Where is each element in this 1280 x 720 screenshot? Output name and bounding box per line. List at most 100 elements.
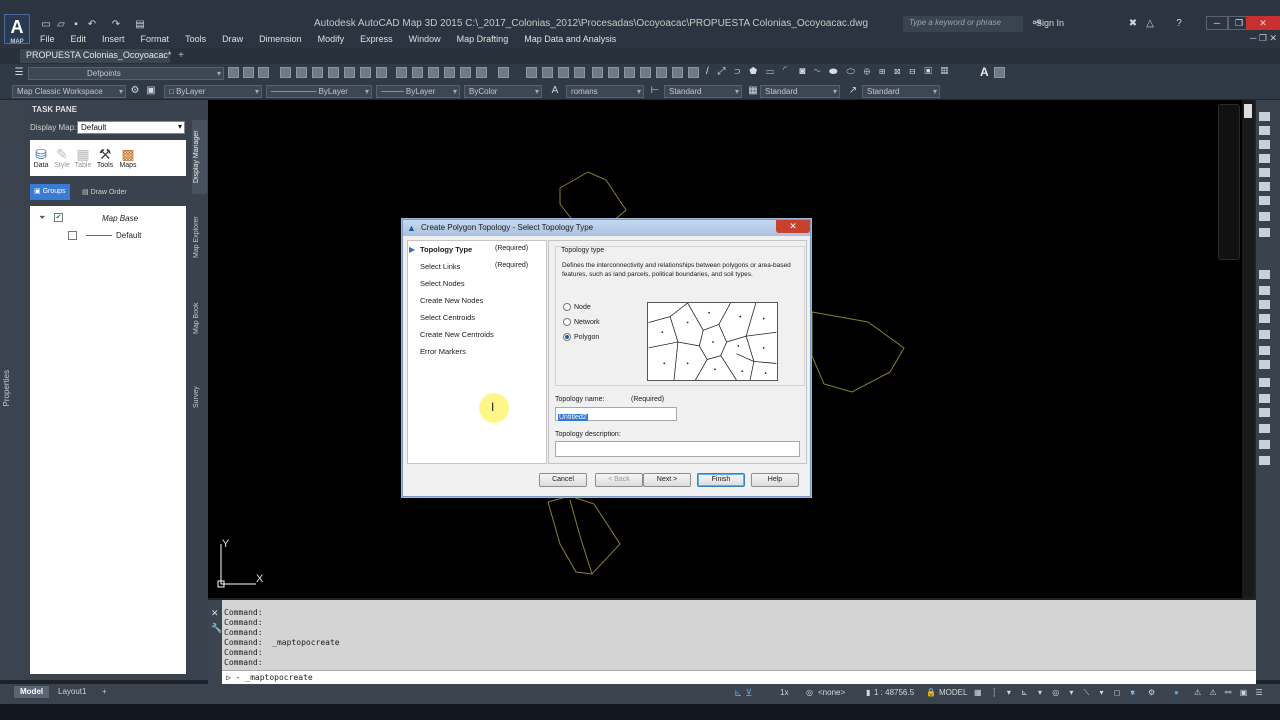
linetype-select[interactable]: ──────── ByLayer [266,85,372,98]
lineweight-select[interactable]: ──── ByLayer [376,85,460,98]
coordinate-system-icon[interactable]: ◎ [806,688,813,697]
tools-tool-button[interactable]: ⚒ Tools [94,146,116,169]
tree-root-label[interactable]: Map Base [102,214,138,223]
navigation-bar[interactable] [1218,104,1240,260]
modify-tool-icon[interactable] [1259,456,1270,465]
open-icon[interactable] [296,67,307,78]
copy-icon[interactable] [412,67,423,78]
command-input[interactable]: ▷ - _maptopocreate [222,670,1256,684]
tab-map-explorer[interactable]: Map Explorer [193,210,207,264]
properties-icon[interactable] [592,67,603,78]
step-topology-type[interactable]: Topology Type [420,245,472,254]
menu-express[interactable]: Express [352,32,401,46]
coordinate-system[interactable]: <none> [818,688,845,697]
step-create-new-centroids[interactable]: Create New Centroids [420,330,494,339]
properties-tab[interactable]: Properties [2,370,11,406]
tab-add-layout[interactable]: + [96,686,113,698]
menu-modify[interactable]: Modify [310,32,353,46]
menu-insert[interactable]: Insert [94,32,133,46]
modify-tool-icon[interactable] [1259,286,1270,295]
step-select-centroids[interactable]: Select Centroids [420,313,475,322]
sign-in-link[interactable]: Sign In [1036,18,1064,28]
plot-icon[interactable]: ▤ [134,18,146,32]
color-select[interactable]: □ ByLayer [164,85,262,98]
back-button[interactable]: < Back [595,473,643,487]
cut-icon[interactable] [396,67,407,78]
minimize-button[interactable]: ─ [1206,16,1228,30]
step-create-new-nodes[interactable]: Create New Nodes [420,296,483,305]
expand-icon[interactable]: ⏷ [39,213,45,223]
redo-icon[interactable]: ↷ [110,18,122,32]
preview-icon[interactable] [344,67,355,78]
table-tool-button[interactable]: ▦ Table [72,146,94,169]
add-selected-icon[interactable] [994,67,1005,78]
close-icon[interactable]: ✕ [211,608,219,619]
modify-tool-icon[interactable] [1259,408,1270,417]
cancel-button[interactable]: Cancel [539,473,587,487]
brush-icon[interactable] [460,67,471,78]
menu-map-drafting[interactable]: Map Drafting [449,32,517,46]
draw-tool-icon[interactable] [1259,168,1270,177]
drafting-aids-icons[interactable]: ▦ ┊ ▾ ⊾ ▾ ◎ ▾ ⟍ ▾ ◻ ▾ [974,688,1139,698]
snap-icons[interactable]: ⊾ ⊻ [734,688,752,699]
plot-icon[interactable] [328,67,339,78]
open-icon[interactable]: ▱ [55,18,67,32]
isolate-icon[interactable]: ● [1174,688,1179,697]
modify-tool-icon[interactable] [1259,330,1270,339]
help-button[interactable]: Help [751,473,799,487]
undo-icon[interactable]: ↶ [86,18,98,32]
table-style-select[interactable]: Standard [760,85,840,98]
step-select-links[interactable]: Select Links [420,262,460,271]
topology-description-input[interactable] [555,441,800,457]
vertical-scrollbar[interactable] [1242,100,1254,598]
text-icon[interactable]: A [980,65,989,79]
draw-tool-icon[interactable] [1259,112,1270,121]
tab-display-manager[interactable]: Display Manager [193,124,207,190]
data-tool-button[interactable]: ⛁ Data [30,146,52,169]
markup-icon[interactable] [656,67,667,78]
layer-tool-icon[interactable] [228,67,239,78]
match-icon[interactable] [444,67,455,78]
zoom-window-icon[interactable] [558,67,569,78]
app-menu-button[interactable]: A MAP [4,14,30,45]
redo-icon[interactable] [498,67,509,78]
model-space-button[interactable]: MODEL [939,688,967,697]
radio-button-selected[interactable] [563,333,571,341]
workspace-gear-icon[interactable]: ⚙ [1148,688,1155,697]
draw-tool-icon[interactable] [1259,140,1270,149]
draw-tool-icon[interactable] [1259,182,1270,191]
scrollbar-thumb[interactable] [1244,104,1252,118]
menu-window[interactable]: Window [401,32,449,46]
annotation-scale[interactable]: 1x [780,688,788,697]
menu-map-data[interactable]: Map Data and Analysis [516,32,624,46]
calc-icon[interactable] [672,67,683,78]
radio-button[interactable] [563,303,571,311]
radio-button[interactable] [563,318,571,326]
modify-tool-icon[interactable] [1259,300,1270,309]
draw-tool-icon[interactable] [1259,126,1270,135]
wrench-icon[interactable]: 🔧 [211,623,222,634]
default-layer-checkbox[interactable] [68,231,77,240]
workspace-settings-icon[interactable]: ▣ [144,84,158,98]
sheet-set-icon[interactable] [640,67,651,78]
tab-map-book[interactable]: Map Book [193,296,207,340]
radio-polygon[interactable]: Polygon [563,333,599,341]
topology-name-input[interactable]: Untitled2 [555,407,677,421]
step-select-nodes[interactable]: Select Nodes [420,279,465,288]
pan-icon[interactable] [526,67,537,78]
map-scale[interactable]: 1 : 48756.5 [874,688,914,697]
new-icon[interactable]: ▭ [40,18,52,32]
modify-tool-icon[interactable] [1259,440,1270,449]
document-tab[interactable]: PROPUESTA Colonias_Ocoyoacac* [20,49,171,63]
style-tool-button[interactable]: ✎ Style [51,146,73,169]
menu-file[interactable]: File [32,32,63,46]
maps-tool-button[interactable]: ▩ Maps [117,146,139,169]
layer-select[interactable]: Defpoints [28,67,224,80]
lock-icon[interactable]: 🔒 [926,688,936,697]
modify-tool-icon[interactable] [1259,270,1270,279]
layer-tool-icon[interactable] [243,67,254,78]
tab-layout1[interactable]: Layout1 [52,686,92,698]
next-button[interactable]: Next > [643,473,691,487]
exchange-icon[interactable]: ✖ [1126,17,1140,31]
draw-tool-icon[interactable] [1259,196,1270,205]
